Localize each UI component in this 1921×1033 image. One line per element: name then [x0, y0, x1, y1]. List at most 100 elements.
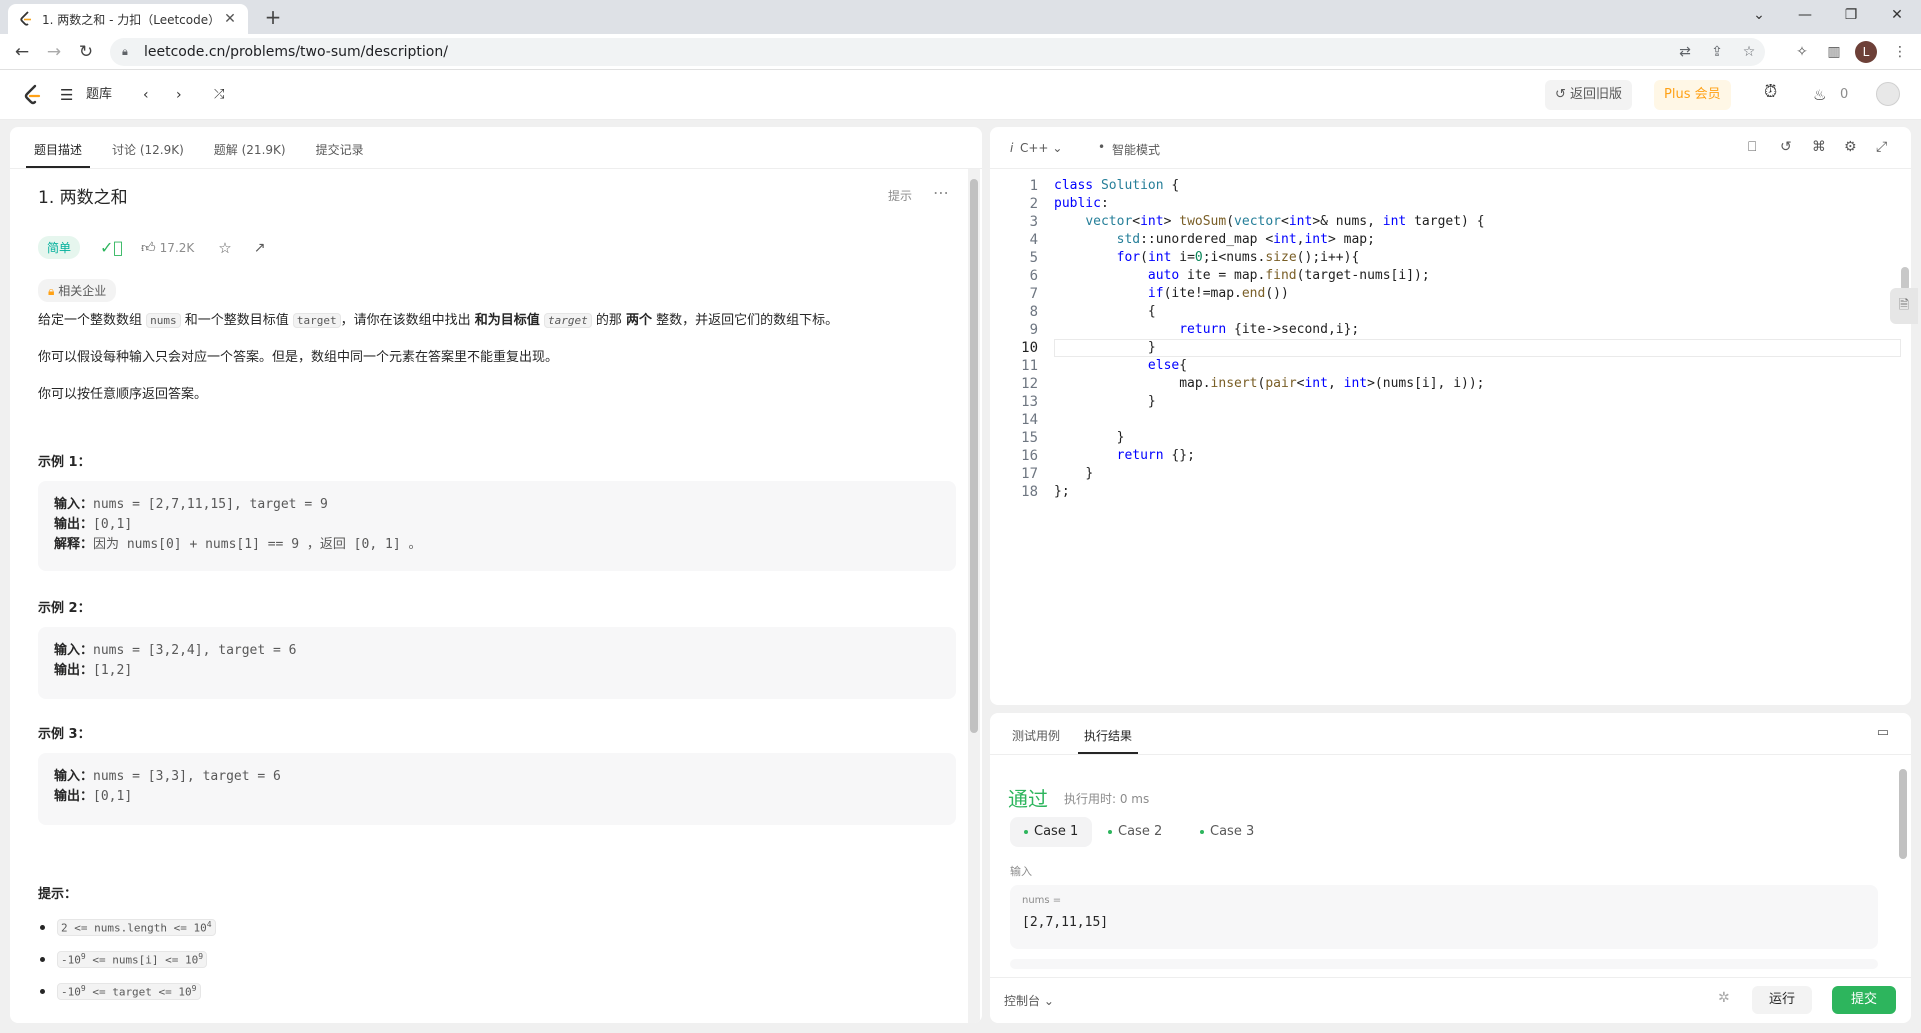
thumbs-up-icon[interactable]: 👍︎ — [141, 239, 156, 256]
close-tab-icon[interactable]: ✕ — [222, 11, 238, 27]
line-number: 17 — [1021, 466, 1038, 482]
next-problem-icon[interactable]: › — [176, 85, 182, 105]
line-number: 4 — [1029, 232, 1038, 248]
code-text: } — [1116, 430, 1125, 445]
code-text: }; — [1054, 484, 1070, 499]
debug-bug-icon[interactable]: ✲ — [1718, 990, 1730, 1006]
tab-submissions[interactable]: 提交记录 — [308, 141, 372, 168]
code-line[interactable]: 10 } — [990, 339, 1911, 357]
back-to-old-button[interactable]: ↺ 返回旧版 — [1545, 80, 1633, 110]
url-text: leetcode.cn/problems/two-sum/description… — [144, 44, 448, 60]
results-scrollbar[interactable] — [1897, 755, 1909, 977]
line-number: 10 — [1021, 340, 1038, 356]
close-window-button[interactable]: ✕ — [1874, 0, 1920, 30]
tab-run-result[interactable]: 执行结果 — [1078, 727, 1139, 754]
more-options-icon[interactable]: ⋯ — [933, 183, 949, 202]
back-arrow-icon[interactable]: ← — [10, 40, 34, 64]
tab-description[interactable]: 题目描述 — [26, 141, 91, 168]
code-line[interactable]: 18}; — [990, 483, 1911, 501]
new-tab-button[interactable]: + — [260, 6, 286, 30]
restore-button[interactable]: ❐ — [1828, 0, 1874, 30]
case-1-tab[interactable]: Case 1 — [1010, 817, 1093, 847]
console-toggle[interactable]: 控制台 ⌄ — [1004, 992, 1054, 1009]
tab-testcases[interactable]: 测试用例 — [1006, 727, 1066, 754]
example-3-heading: 示例 3： — [38, 727, 91, 742]
run-button[interactable]: 运行 — [1752, 986, 1812, 1014]
settings-gear-icon[interactable]: ⚙ — [1844, 139, 1857, 155]
hint-link[interactable]: 提示 — [888, 187, 912, 204]
constraints-heading: 提示： — [38, 887, 78, 902]
note-panel-icon[interactable]: 🗎︎ — [1890, 288, 1918, 324]
code-line[interactable]: 12 map.insert(pair<int, int>(nums[i], i)… — [990, 375, 1911, 393]
case-3-tab[interactable]: Case 3 — [1186, 817, 1268, 847]
code-line[interactable]: 5 for(int i=0;i<nums.size();i++){ — [990, 249, 1911, 267]
input-label: 输入 — [1010, 865, 1032, 878]
browser-tab[interactable]: 1. 两数之和 - 力扣（Leetcode） ✕ — [8, 4, 248, 34]
code-text: else{ — [1147, 358, 1188, 373]
runtime-text: 执行用时: 0 ms — [1064, 792, 1150, 806]
favorite-star-icon[interactable]: ☆ — [218, 239, 231, 257]
code-line[interactable]: 14 — [990, 411, 1911, 429]
smart-mode-toggle[interactable]: 智能模式 — [1112, 141, 1160, 158]
bookmark-star-icon[interactable]: ☆ — [1733, 44, 1765, 60]
code-line[interactable]: 6 auto ite = map.find(target-nums[i]); — [990, 267, 1911, 285]
code-editor[interactable]: 1 class Solution { 2 public: 3 vector<int> t… — [990, 169, 1911, 705]
browser-toolbar: ← → ↻ 🔒︎ leetcode.cn/problems/two-sum/de… — [0, 34, 1921, 70]
reload-icon[interactable]: ↻ — [74, 40, 98, 64]
code-line[interactable]: 16 return {}; — [990, 447, 1911, 465]
code-line[interactable]: 4 std::unordered_map <int,int> map; — [990, 231, 1911, 249]
code-text: class Solution { — [1054, 178, 1180, 193]
code-line[interactable]: 7 if(ite!=map.end()) — [990, 285, 1911, 303]
code-line[interactable]: 2 public: — [990, 195, 1911, 213]
tab-discussion[interactable]: 讨论 (12.9K) — [104, 141, 192, 168]
fullscreen-icon[interactable]: ⤢ — [1876, 139, 1887, 155]
code-text: public: — [1054, 196, 1109, 211]
constraint-item: 2 <= nums.length <= 104 — [38, 919, 216, 936]
shortcut-command-icon[interactable]: ⌘ — [1812, 139, 1826, 155]
action-bar: 控制台 ⌄ ✲ 运行 提交 — [990, 977, 1911, 1023]
code-line[interactable]: 1 class Solution { — [990, 177, 1911, 195]
minimize-button[interactable]: — — [1782, 0, 1828, 30]
tab-solutions[interactable]: 题解 (21.9K) — [206, 141, 294, 168]
company-tag[interactable]: 🔒︎ 相关企业 — [38, 279, 117, 302]
alarm-clock-icon[interactable]: ⏰︎ — [1764, 82, 1777, 102]
line-number: 13 — [1021, 394, 1038, 410]
language-selector[interactable]: C++ ⌄ — [1020, 141, 1062, 155]
translate-icon[interactable]: ⇄ — [1669, 44, 1701, 60]
share-icon[interactable]: ↗ — [254, 240, 266, 256]
code-line[interactable]: 17 } — [990, 465, 1911, 483]
side-panel-icon[interactable]: ▥ — [1820, 40, 1848, 64]
plus-member-button[interactable]: Plus 会员 — [1654, 80, 1731, 110]
extensions-icon[interactable]: ✧ — [1788, 40, 1816, 64]
leetcode-logo-icon[interactable] — [22, 84, 44, 106]
code-text: std::unordered_map <int,int> map; — [1116, 232, 1375, 247]
case-2-tab[interactable]: Case 2 — [1094, 817, 1176, 847]
share-icon[interactable]: ⇪ — [1701, 44, 1733, 60]
problem-list-link[interactable]: 题库 — [86, 85, 112, 105]
line-number: 15 — [1021, 430, 1038, 446]
code-line[interactable]: 9 return {ite->second,i}; — [990, 321, 1911, 339]
submit-button[interactable]: 提交 — [1832, 986, 1896, 1014]
code-line[interactable]: 13 } — [990, 393, 1911, 411]
code-line[interactable]: 3 vector<int> twoSum(vector<int>& nums, … — [990, 213, 1911, 231]
code-line[interactable]: 15 } — [990, 429, 1911, 447]
line-number: 1 — [1029, 178, 1038, 194]
code-text: } — [1085, 466, 1094, 481]
forward-arrow-icon[interactable]: → — [42, 40, 66, 64]
bookmark-icon[interactable]: ⎕ — [1748, 139, 1756, 155]
prev-problem-icon[interactable]: ‹ — [143, 85, 149, 105]
collapse-panel-icon[interactable]: ▭ — [1877, 725, 1889, 740]
code-line[interactable]: 8 { — [990, 303, 1911, 321]
shuffle-icon[interactable]: ⤮ — [214, 85, 224, 105]
fire-icon[interactable]: ♨︎ — [1813, 85, 1826, 105]
description-scrollbar[interactable] — [968, 169, 980, 1023]
user-avatar[interactable] — [1876, 82, 1900, 106]
code-line[interactable]: 11 else{ — [990, 357, 1911, 375]
tab-search-icon[interactable]: ⌄ — [1736, 0, 1782, 30]
example-2-box: 输入：nums = [3,2,4], target = 6 输出：[1,2] — [38, 627, 956, 699]
address-bar[interactable]: 🔒︎ leetcode.cn/problems/two-sum/descript… — [110, 38, 1765, 66]
list-menu-icon[interactable]: ☰ — [60, 85, 73, 105]
profile-avatar[interactable]: L — [1855, 41, 1877, 63]
menu-kebab-icon[interactable]: ⋮ — [1886, 40, 1914, 64]
reset-icon[interactable]: ↺ — [1780, 139, 1792, 155]
